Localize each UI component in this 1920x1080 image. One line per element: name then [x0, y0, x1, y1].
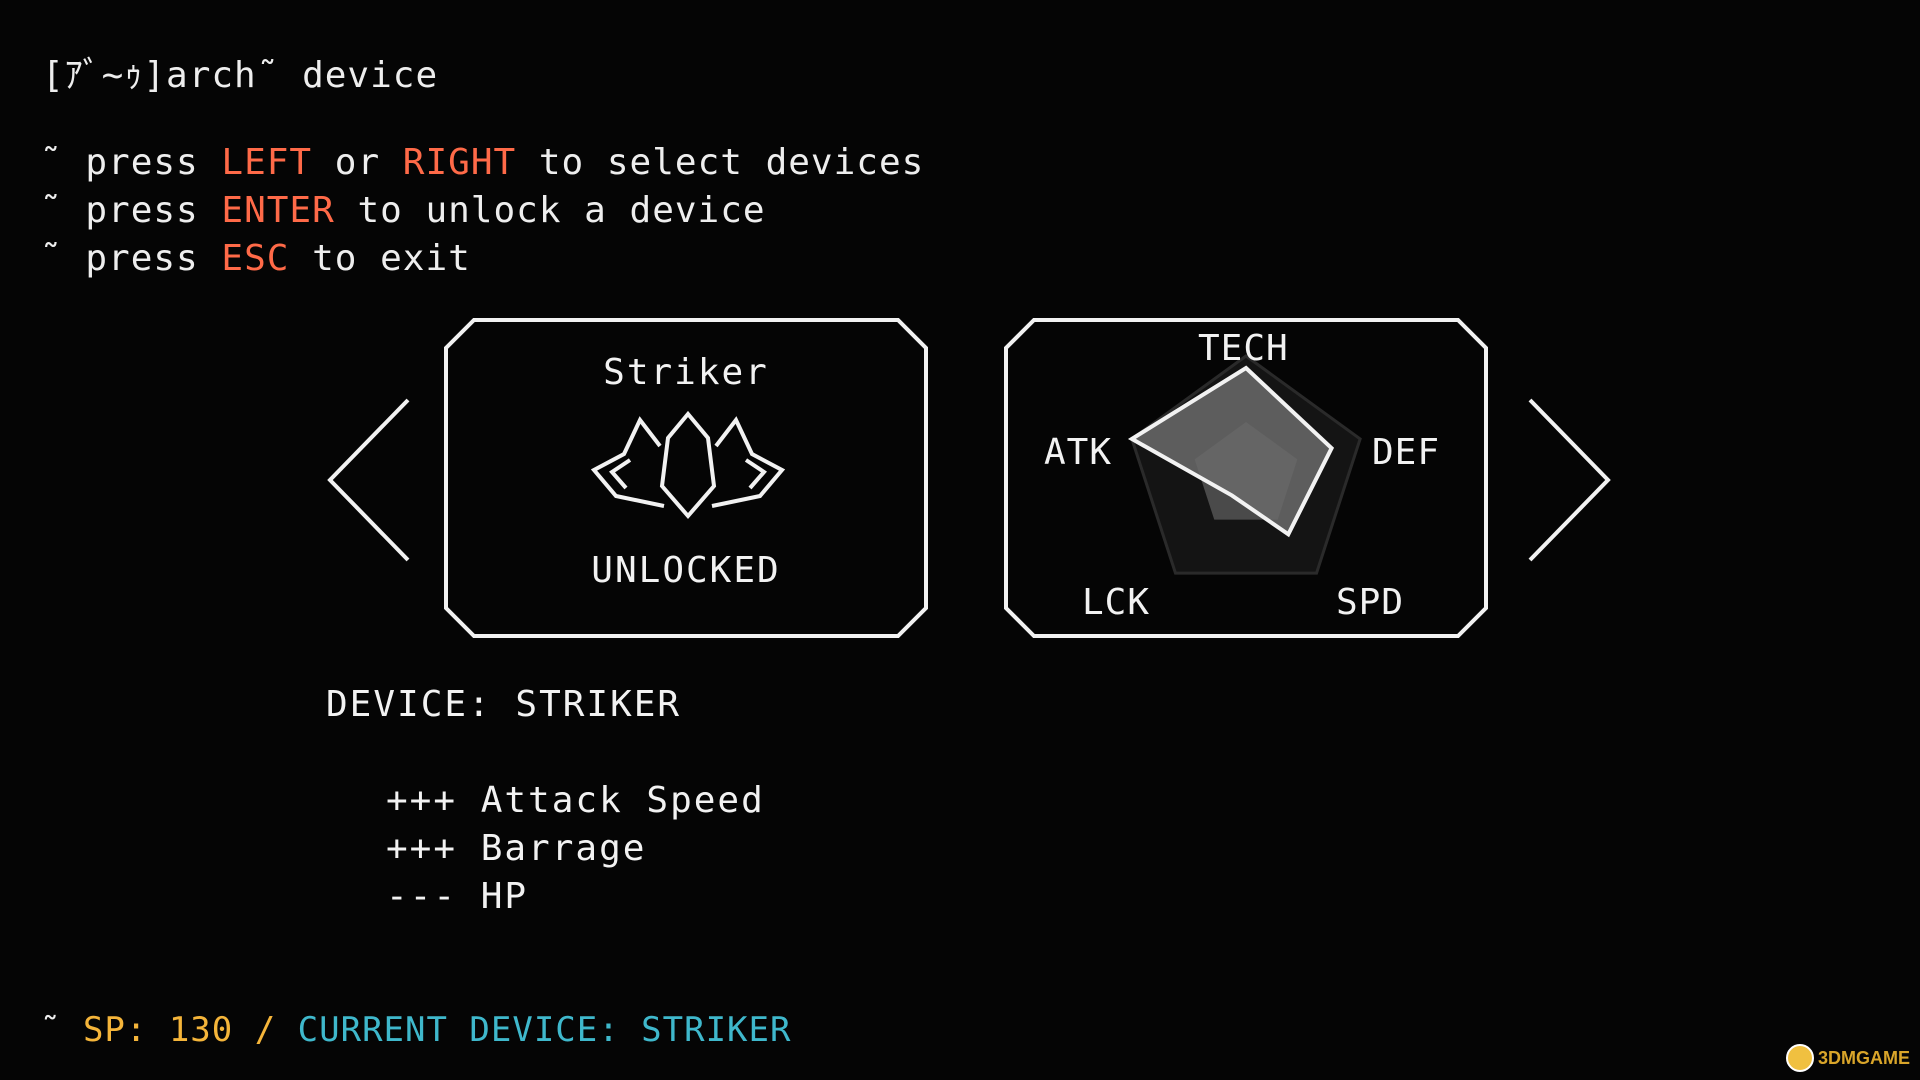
instruction-suffix: to unlock a device: [334, 190, 766, 231]
instruction-suffix: to exit: [289, 238, 471, 279]
device-name: Striker: [603, 352, 769, 393]
key-left: LEFT: [221, 142, 313, 183]
current-device-label: CURRENT DEVICE: STRIKER: [297, 1010, 792, 1050]
stat-label-tech: TECH: [1198, 328, 1289, 369]
watermark: 3DMGAME: [1785, 1044, 1910, 1072]
watermark-text: 3DMGAME: [1817, 1047, 1910, 1068]
device-info-heading: DEVICE: STRIKER: [326, 684, 682, 725]
sp-counter: SP: 130 /: [82, 1010, 298, 1050]
instruction-prefix: ˜ press: [40, 142, 222, 183]
key-right: RIGHT: [402, 142, 517, 183]
arrow-right-icon[interactable]: [1526, 398, 1616, 562]
status-bar: ˜ SP: 130 / CURRENT DEVICE: STRIKER: [40, 1010, 791, 1050]
instruction-line-1: ˜ press LEFT or RIGHT to select devices: [40, 142, 924, 183]
stat-label-atk: ATK: [1044, 432, 1113, 473]
stat-label-lck: LCK: [1082, 582, 1151, 623]
trait-line: +++ Attack Speed: [386, 780, 765, 821]
title-text: arch˜ device: [166, 55, 439, 96]
instruction-prefix: ˜ press: [40, 190, 222, 231]
stat-label-def: DEF: [1372, 432, 1441, 473]
device-card[interactable]: Striker UNLOCKED: [444, 318, 928, 638]
instruction-line-3: ˜ press ESC to exit: [40, 238, 471, 279]
title-glitch-text: [ｱﾞ~ｩ]: [42, 55, 167, 96]
instruction-middle: or: [312, 142, 403, 183]
status-tilde: ˜: [40, 1010, 83, 1050]
instruction-prefix: ˜ press: [40, 238, 222, 279]
watermark-logo-icon: [1785, 1044, 1814, 1072]
arrow-left-icon[interactable]: [322, 398, 412, 562]
key-esc: ESC: [221, 238, 290, 279]
trait-line: +++ Barrage: [386, 828, 647, 869]
trait-line: --- HP: [386, 876, 529, 917]
screen-title: [ｱﾞ~ｩ]arch˜ device: [42, 46, 438, 98]
key-enter: ENTER: [221, 190, 335, 231]
striker-ship-icon: [590, 410, 786, 520]
stat-label-spd: SPD: [1336, 582, 1405, 623]
stats-card: TECH ATK DEF LCK SPD: [1004, 318, 1488, 638]
device-status: UNLOCKED: [591, 550, 781, 591]
instruction-line-2: ˜ press ENTER to unlock a device: [40, 190, 766, 231]
instruction-suffix: to select devices: [516, 142, 925, 183]
